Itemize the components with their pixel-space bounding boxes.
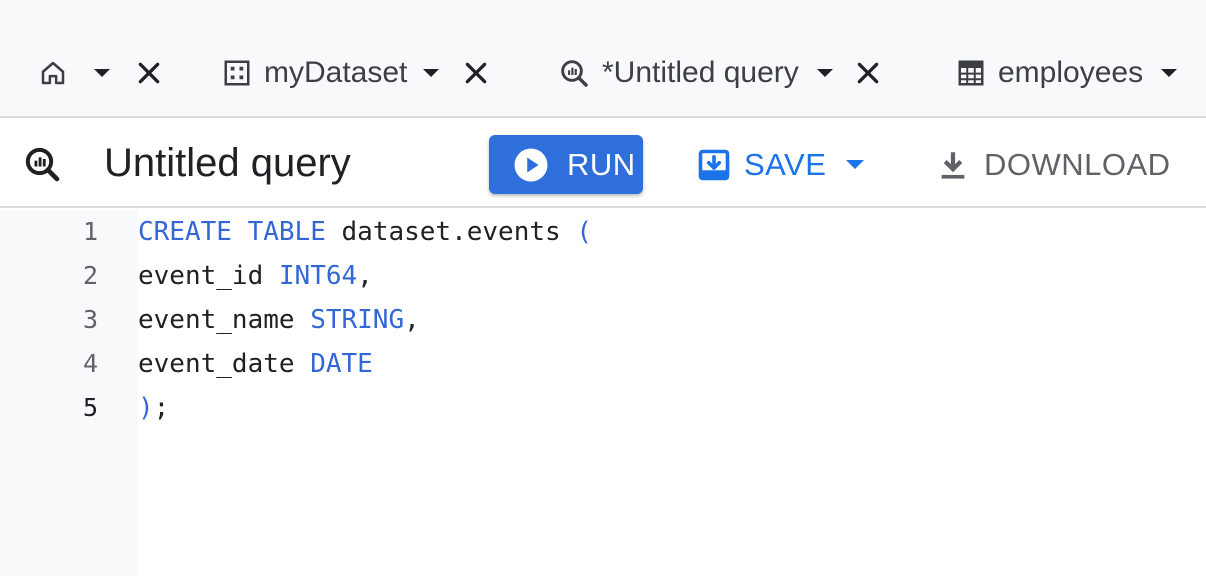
query-icon bbox=[22, 144, 62, 184]
download-button[interactable]: DOWNLOAD bbox=[936, 135, 1171, 194]
download-button-label: DOWNLOAD bbox=[984, 146, 1171, 182]
code-keyword: STRING bbox=[310, 305, 405, 335]
code-line: ); bbox=[138, 386, 169, 430]
code-keyword: ) bbox=[138, 393, 154, 423]
tab-label: myDataset bbox=[264, 56, 408, 89]
tab-home[interactable] bbox=[38, 46, 164, 100]
close-icon[interactable] bbox=[853, 58, 883, 88]
code-content[interactable]: CREATE TABLE dataset.events ( event_id I… bbox=[0, 210, 1206, 576]
play-icon bbox=[513, 147, 549, 183]
code-keyword: INT64 bbox=[278, 261, 358, 291]
code-token: event_date bbox=[138, 349, 311, 379]
code-token: dataset.events bbox=[325, 217, 577, 247]
save-icon bbox=[696, 147, 732, 183]
code-keyword: TABLE bbox=[247, 217, 326, 247]
code-keyword: CREATE bbox=[138, 217, 232, 247]
run-button[interactable]: RUN bbox=[489, 135, 643, 194]
download-icon bbox=[936, 147, 970, 183]
close-icon[interactable] bbox=[134, 58, 164, 88]
run-button-label: RUN bbox=[567, 146, 636, 182]
table-icon bbox=[956, 58, 986, 88]
code-line: event_name STRING, bbox=[138, 298, 420, 342]
chevron-down-icon[interactable] bbox=[846, 160, 865, 169]
chevron-down-icon[interactable] bbox=[816, 69, 833, 77]
home-icon bbox=[38, 58, 68, 88]
tab-label: *Untitled query bbox=[602, 56, 799, 89]
chevron-down-icon[interactable] bbox=[423, 69, 440, 77]
query-icon bbox=[558, 57, 590, 89]
code-line: event_date DATE bbox=[138, 342, 373, 386]
tab-employees[interactable]: employees bbox=[956, 46, 1178, 100]
code-line: event_id INT64, bbox=[138, 254, 373, 298]
save-button[interactable]: SAVE bbox=[696, 135, 865, 194]
code-token: event_name bbox=[138, 305, 311, 335]
code-token: ; bbox=[153, 393, 170, 423]
code-line: CREATE TABLE dataset.events ( bbox=[138, 210, 592, 254]
close-icon[interactable] bbox=[461, 58, 491, 88]
code-token: , bbox=[404, 305, 420, 335]
query-header: Untitled query RUN SAVE DOWNLOAD bbox=[0, 118, 1206, 208]
dataset-icon bbox=[222, 58, 252, 88]
tab-label: employees bbox=[998, 56, 1144, 89]
code-token: event_id bbox=[138, 261, 279, 291]
page-title: Untitled query bbox=[104, 141, 351, 185]
chevron-down-icon[interactable] bbox=[94, 69, 110, 77]
chevron-down-icon[interactable] bbox=[1161, 69, 1178, 77]
tab-mydataset[interactable]: myDataset bbox=[222, 46, 491, 100]
tab-untitled-query[interactable]: *Untitled query bbox=[558, 46, 883, 100]
code-token: , bbox=[357, 261, 373, 291]
code-keyword: DATE bbox=[310, 349, 373, 379]
code-keyword: ( bbox=[576, 217, 592, 247]
save-button-label: SAVE bbox=[744, 146, 827, 182]
tab-bar: myDataset *Untitled query employees bbox=[0, 0, 1206, 118]
